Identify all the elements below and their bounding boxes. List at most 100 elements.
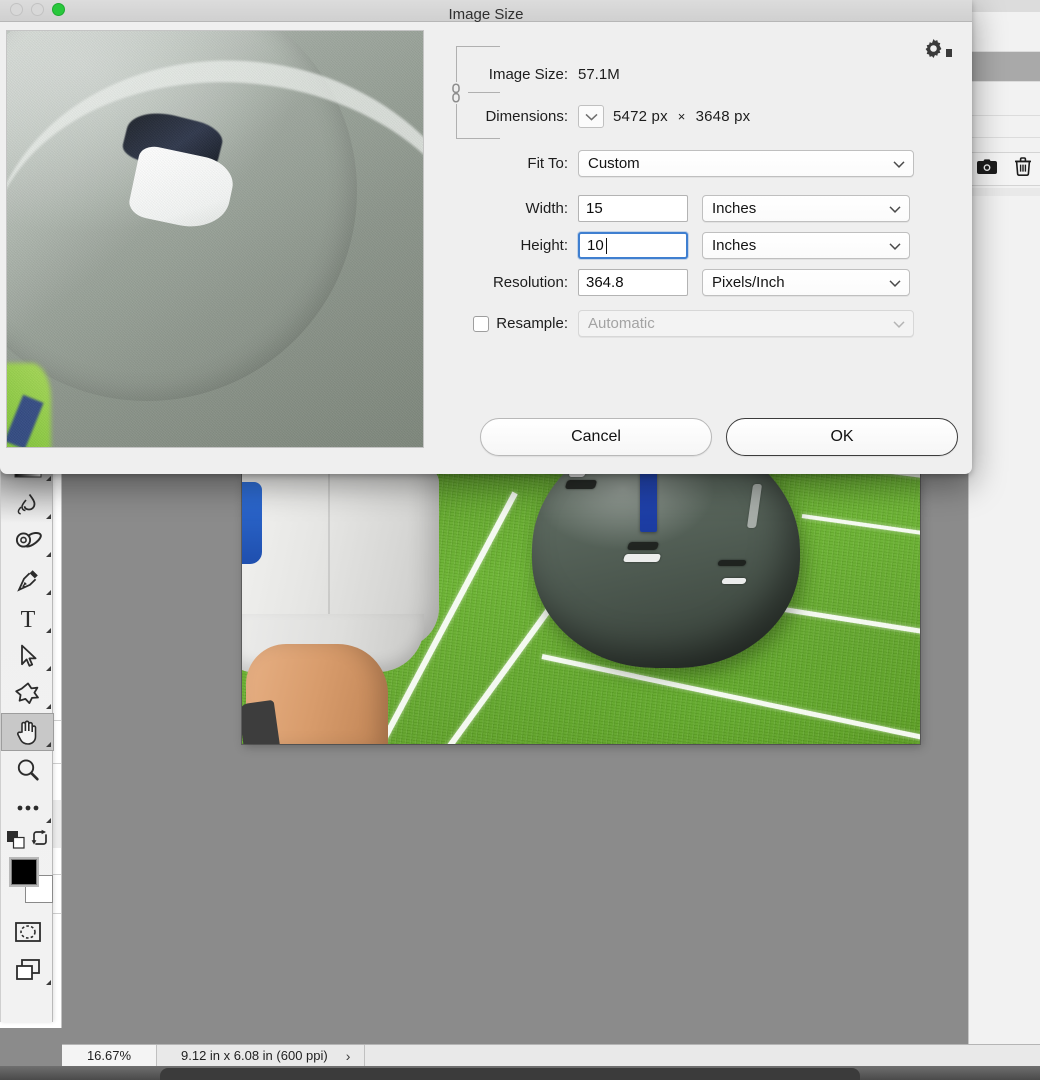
- arrow-cursor-icon: [20, 644, 36, 667]
- fit-to-select[interactable]: Custom: [578, 150, 914, 177]
- custom-shape-icon: [14, 682, 39, 704]
- flyout-triangle-icon: [46, 742, 51, 747]
- ellipsis-icon: [17, 805, 38, 811]
- color-swatches[interactable]: [1, 853, 54, 913]
- dialog-titlebar[interactable]: Image Size: [0, 0, 972, 22]
- chevron-down-icon: [893, 315, 905, 332]
- type-t-icon: T: [20, 607, 35, 631]
- resolution-row: Resolution: 364.8 Pixels/Inch: [432, 269, 966, 296]
- zoom-level-field[interactable]: 16.67%: [62, 1045, 157, 1066]
- tool-palette[interactable]: T: [0, 455, 54, 1022]
- chevron-down-icon: [893, 155, 905, 172]
- tool-pen-tool[interactable]: [1, 561, 54, 599]
- shorts-seam: [328, 474, 330, 628]
- flyout-triangle-icon: [46, 980, 51, 985]
- pen-icon: [16, 570, 38, 592]
- minimize-button[interactable]: [31, 3, 44, 16]
- width-unit-value: Inches: [712, 200, 757, 217]
- system-dock[interactable]: [0, 1066, 1040, 1080]
- text-caret: [605, 237, 607, 254]
- screen-mode-toggle[interactable]: [1, 951, 54, 989]
- flyout-triangle-icon: [46, 666, 51, 671]
- dimensions-row: Dimensions: 5472 px × 3648 px: [432, 105, 966, 128]
- trash-icon[interactable]: [1014, 157, 1032, 181]
- helmet-vent: [721, 578, 747, 584]
- image-size-dialog[interactable]: Image Size Image Size: 57.1M Dimensions:…: [0, 0, 972, 474]
- flyout-triangle-icon: [46, 628, 51, 633]
- height-input[interactable]: 10: [578, 232, 688, 259]
- tool-type-tool[interactable]: T: [1, 599, 54, 637]
- dodge-icon: [15, 531, 42, 548]
- default-colors-icon[interactable]: [7, 831, 25, 854]
- image-size-form: Image Size: 57.1M Dimensions: 5472 px × …: [432, 30, 966, 470]
- link-bracket-arm: [468, 92, 500, 93]
- resample-label-wrap: Resample:: [432, 315, 578, 332]
- constrain-proportions-link[interactable]: [444, 40, 500, 144]
- resolution-unit-value: Pixels/Inch: [712, 274, 785, 291]
- football-helmet: [532, 474, 800, 668]
- width-row: Width: 15 Inches: [432, 195, 966, 222]
- resolution-value: 364.8: [586, 274, 624, 291]
- zoom-button[interactable]: [52, 3, 65, 16]
- tool-blur-tool[interactable]: [1, 485, 54, 523]
- tool-hand-tool[interactable]: [1, 713, 54, 751]
- dialog-options-menu[interactable]: [924, 39, 952, 63]
- panel-row[interactable]: [969, 82, 1040, 116]
- height-value: 10: [587, 237, 604, 254]
- dialog-body: Image Size: 57.1M Dimensions: 5472 px × …: [0, 22, 972, 474]
- resample-row: Resample: Automatic: [432, 310, 966, 337]
- cancel-button[interactable]: Cancel: [480, 418, 712, 456]
- tool-path-selection-tool[interactable]: [1, 637, 54, 675]
- gear-caret-icon: [946, 49, 952, 57]
- chevron-down-icon: [889, 200, 901, 217]
- resample-method-select[interactable]: Automatic: [578, 310, 914, 337]
- resample-method-value: Automatic: [588, 315, 655, 332]
- dimensions-height: 3648 px: [695, 108, 751, 125]
- swap-colors-icon[interactable]: [31, 829, 49, 852]
- document-info-chevron-icon[interactable]: ›: [346, 1048, 351, 1064]
- foreground-color-swatch[interactable]: [9, 857, 39, 887]
- image-preview[interactable]: [6, 30, 424, 448]
- height-unit-select[interactable]: Inches: [702, 232, 910, 259]
- link-bracket-arm: [456, 138, 500, 139]
- helmet-vent: [626, 542, 660, 550]
- width-value: 15: [586, 200, 603, 217]
- tool-dodge-tool[interactable]: [1, 523, 54, 561]
- fit-to-label: Fit To:: [527, 155, 568, 172]
- fit-to-row: Fit To: Custom: [432, 150, 966, 177]
- dimensions-units-menu[interactable]: [578, 105, 604, 128]
- resolution-input[interactable]: 364.8: [578, 269, 688, 296]
- flyout-triangle-icon: [46, 704, 51, 709]
- flyout-triangle-icon: [46, 590, 51, 595]
- width-input[interactable]: 15: [578, 195, 688, 222]
- close-button[interactable]: [10, 3, 23, 16]
- document-info[interactable]: 9.12 in x 6.08 in (600 ppi) ›: [157, 1045, 366, 1066]
- panel-footer: [969, 152, 1040, 186]
- ok-button[interactable]: OK: [726, 418, 958, 456]
- document-dimensions-text: 9.12 in x 6.08 in (600 ppi): [181, 1048, 328, 1063]
- camera-icon[interactable]: [977, 158, 998, 180]
- status-bar: 16.67% 9.12 in x 6.08 in (600 ppi) ›: [62, 1044, 1040, 1066]
- quick-mask-toggle[interactable]: [1, 913, 54, 951]
- height-label: Height:: [520, 237, 568, 254]
- tool-shape-tool[interactable]: [1, 675, 54, 713]
- image-size-value: 57.1M: [578, 66, 620, 83]
- resample-checkbox[interactable]: [473, 315, 490, 332]
- helmet-vent: [717, 560, 747, 566]
- canvas-photo[interactable]: [242, 474, 920, 744]
- tool-edit-toolbar[interactable]: [1, 789, 54, 827]
- panel-row-selected[interactable]: [969, 52, 1040, 82]
- helmet-vent: [568, 474, 588, 477]
- jersey-blue-trim: [242, 482, 262, 564]
- tool-zoom-tool[interactable]: [1, 751, 54, 789]
- right-panel-stack[interactable]: [968, 0, 1040, 1044]
- window-controls: [10, 3, 65, 16]
- height-row: Height: 10 Inches: [432, 232, 966, 259]
- panel-row[interactable]: [969, 116, 1040, 138]
- width-unit-select[interactable]: Inches: [702, 195, 910, 222]
- resolution-unit-select[interactable]: Pixels/Inch: [702, 269, 910, 296]
- image-size-row: Image Size: 57.1M: [432, 66, 966, 83]
- screen-mode-icon: [15, 959, 40, 980]
- hand-icon: [16, 720, 36, 745]
- gear-icon: [924, 39, 943, 63]
